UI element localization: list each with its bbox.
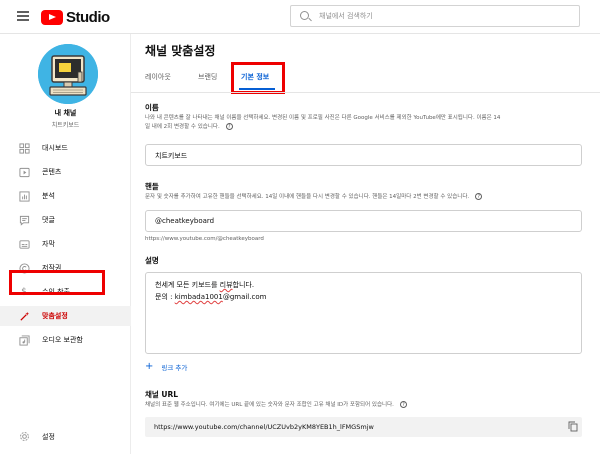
handle-field[interactable]: @cheatkeyboard — [145, 210, 582, 232]
magic-wand-icon — [18, 310, 30, 322]
sidebar-item-label: 대시보드 — [42, 144, 68, 152]
sidebar-item-settings[interactable]: 설정 — [0, 426, 131, 446]
sidebar-item-subtitles[interactable]: 자막 — [0, 234, 131, 254]
search-input[interactable] — [319, 8, 569, 24]
handle-field-value: @cheatkeyboard — [155, 217, 215, 225]
copy-icon[interactable] — [568, 421, 578, 432]
analytics-icon — [18, 190, 30, 202]
tab-branding[interactable]: 브랜딩 — [198, 72, 217, 82]
sidebar-item-label: 맞춤설정 — [42, 312, 68, 320]
handle-section-title: 핸들 — [145, 182, 159, 191]
sidebar-item-label: 자막 — [42, 240, 55, 248]
avatar[interactable] — [38, 44, 98, 104]
sidebar-item-audio-library[interactable]: 오디오 보관함 — [0, 330, 131, 350]
divider — [131, 92, 600, 93]
sidebar-item-label: 분석 — [42, 192, 55, 200]
plus-icon: + — [145, 361, 154, 372]
youtube-play-icon — [41, 9, 63, 25]
description-text: kimbada1001 — [174, 293, 223, 301]
sidebar-item-analytics[interactable]: 분석 — [0, 186, 131, 206]
channel-name: 내 채널 — [54, 109, 77, 117]
computer-illustration-icon — [38, 44, 98, 104]
content-icon — [18, 166, 30, 178]
tab-layout[interactable]: 레이아웃 — [145, 72, 171, 82]
handle-url: https://www.youtube.com/@cheatkeyboard — [145, 236, 264, 242]
sidebar-item-comments[interactable]: 댓글 — [0, 210, 131, 230]
channel-url-section-title: 채널 URL — [145, 390, 179, 399]
channel-url-value: https://www.youtube.com/channel/UCZUvb2y… — [154, 423, 374, 431]
description-field[interactable]: 천세계 모든 키보드를 리뷰합니다. 문의 : kimbada1001@gmai… — [145, 272, 582, 354]
highlight-box-tab — [231, 62, 285, 94]
highlight-box-sidebar — [9, 270, 105, 295]
channel-url-description: 채널의 표준 웹 주소입니다. 여기에는 URL 끝에 있는 숫자와 문자 조합… — [145, 401, 585, 410]
name-section-title: 이름 — [145, 103, 159, 112]
description-text: 리뷰 — [219, 281, 233, 289]
description-text: 천세계 모든 키보드를 — [155, 281, 220, 289]
description-text: 문의 : — [155, 293, 175, 301]
help-icon[interactable]: ? — [475, 193, 483, 200]
description-section-title: 설명 — [145, 256, 159, 265]
sidebar-item-label: 댓글 — [42, 216, 55, 224]
channel-handle-label: 치트키보드 — [51, 122, 80, 129]
name-section-description: 나와 내 콘텐츠를 잘 나타내는 채널 이름을 선택하세요. 변경된 이름 및 … — [145, 114, 585, 132]
name-desc-line1: 나와 내 콘텐츠를 잘 나타내는 채널 이름을 선택하세요. 변경된 이름 및 … — [145, 115, 501, 121]
add-link-label: 링크 추가 — [161, 363, 188, 372]
add-link-button[interactable]: + 링크 추가 — [145, 361, 187, 372]
gear-icon — [18, 430, 30, 442]
settings-label: 설정 — [42, 433, 55, 441]
name-desc-line2: 일 내에 2회 변경할 수 있습니다. — [145, 124, 220, 130]
logo-text: Studio — [66, 8, 110, 26]
description-line-2: 문의 : kimbada1001@gmail.com — [155, 292, 266, 302]
main-content: 채널 맞춤설정 레이아웃 브랜딩 기본 정보 이름 나와 내 콘텐츠를 잘 나타… — [131, 34, 600, 454]
comments-icon — [18, 214, 30, 226]
sidebar-item-customization[interactable]: 맞춤설정 — [0, 306, 131, 326]
sidebar-item-dashboard[interactable]: 대시보드 — [0, 138, 131, 158]
name-field-value: 치트키보드 — [155, 152, 188, 160]
top-bar: Studio — [0, 0, 600, 34]
menu-icon[interactable] — [17, 11, 29, 21]
description-line-1: 천세계 모든 키보드를 리뷰합니다. — [155, 280, 254, 290]
channel-url-field[interactable]: https://www.youtube.com/channel/UCZUvb2y… — [145, 417, 582, 437]
page-title: 채널 맞춤설정 — [145, 44, 216, 58]
search-bar[interactable] — [290, 5, 580, 27]
search-icon[interactable] — [300, 11, 309, 20]
description-text: @gmail.com — [222, 293, 267, 301]
description-text: 합니다. — [232, 281, 255, 289]
sidebar-item-label: 오디오 보관함 — [42, 336, 83, 344]
help-icon[interactable]: ? — [399, 401, 407, 408]
sidebar-item-content[interactable]: 콘텐츠 — [0, 162, 131, 182]
audio-library-icon — [18, 334, 30, 346]
help-icon[interactable]: ? — [225, 123, 233, 130]
handle-section-description: 문자 및 숫자를 추가하여 고유한 핸들을 선택하세요. 14일 이내에 핸들을… — [145, 193, 585, 202]
subtitles-icon — [18, 238, 30, 250]
studio-logo[interactable]: Studio — [41, 8, 110, 26]
dashboard-icon — [18, 142, 30, 154]
sidebar-item-label: 콘텐츠 — [42, 168, 62, 176]
name-field[interactable]: 치트키보드 — [145, 144, 582, 166]
channel-url-desc-text: 채널의 표준 웹 주소입니다. 여기에는 URL 끝에 있는 숫자와 문자 조합… — [145, 402, 394, 408]
sidebar: 내 채널 치트키보드 대시보드 콘텐츠 분석 댓글 자막 저작권 $ 수익 창출… — [0, 34, 131, 454]
handle-desc-text: 문자 및 숫자를 추가하여 고유한 핸들을 선택하세요. 14일 이내에 핸들을… — [145, 194, 470, 200]
